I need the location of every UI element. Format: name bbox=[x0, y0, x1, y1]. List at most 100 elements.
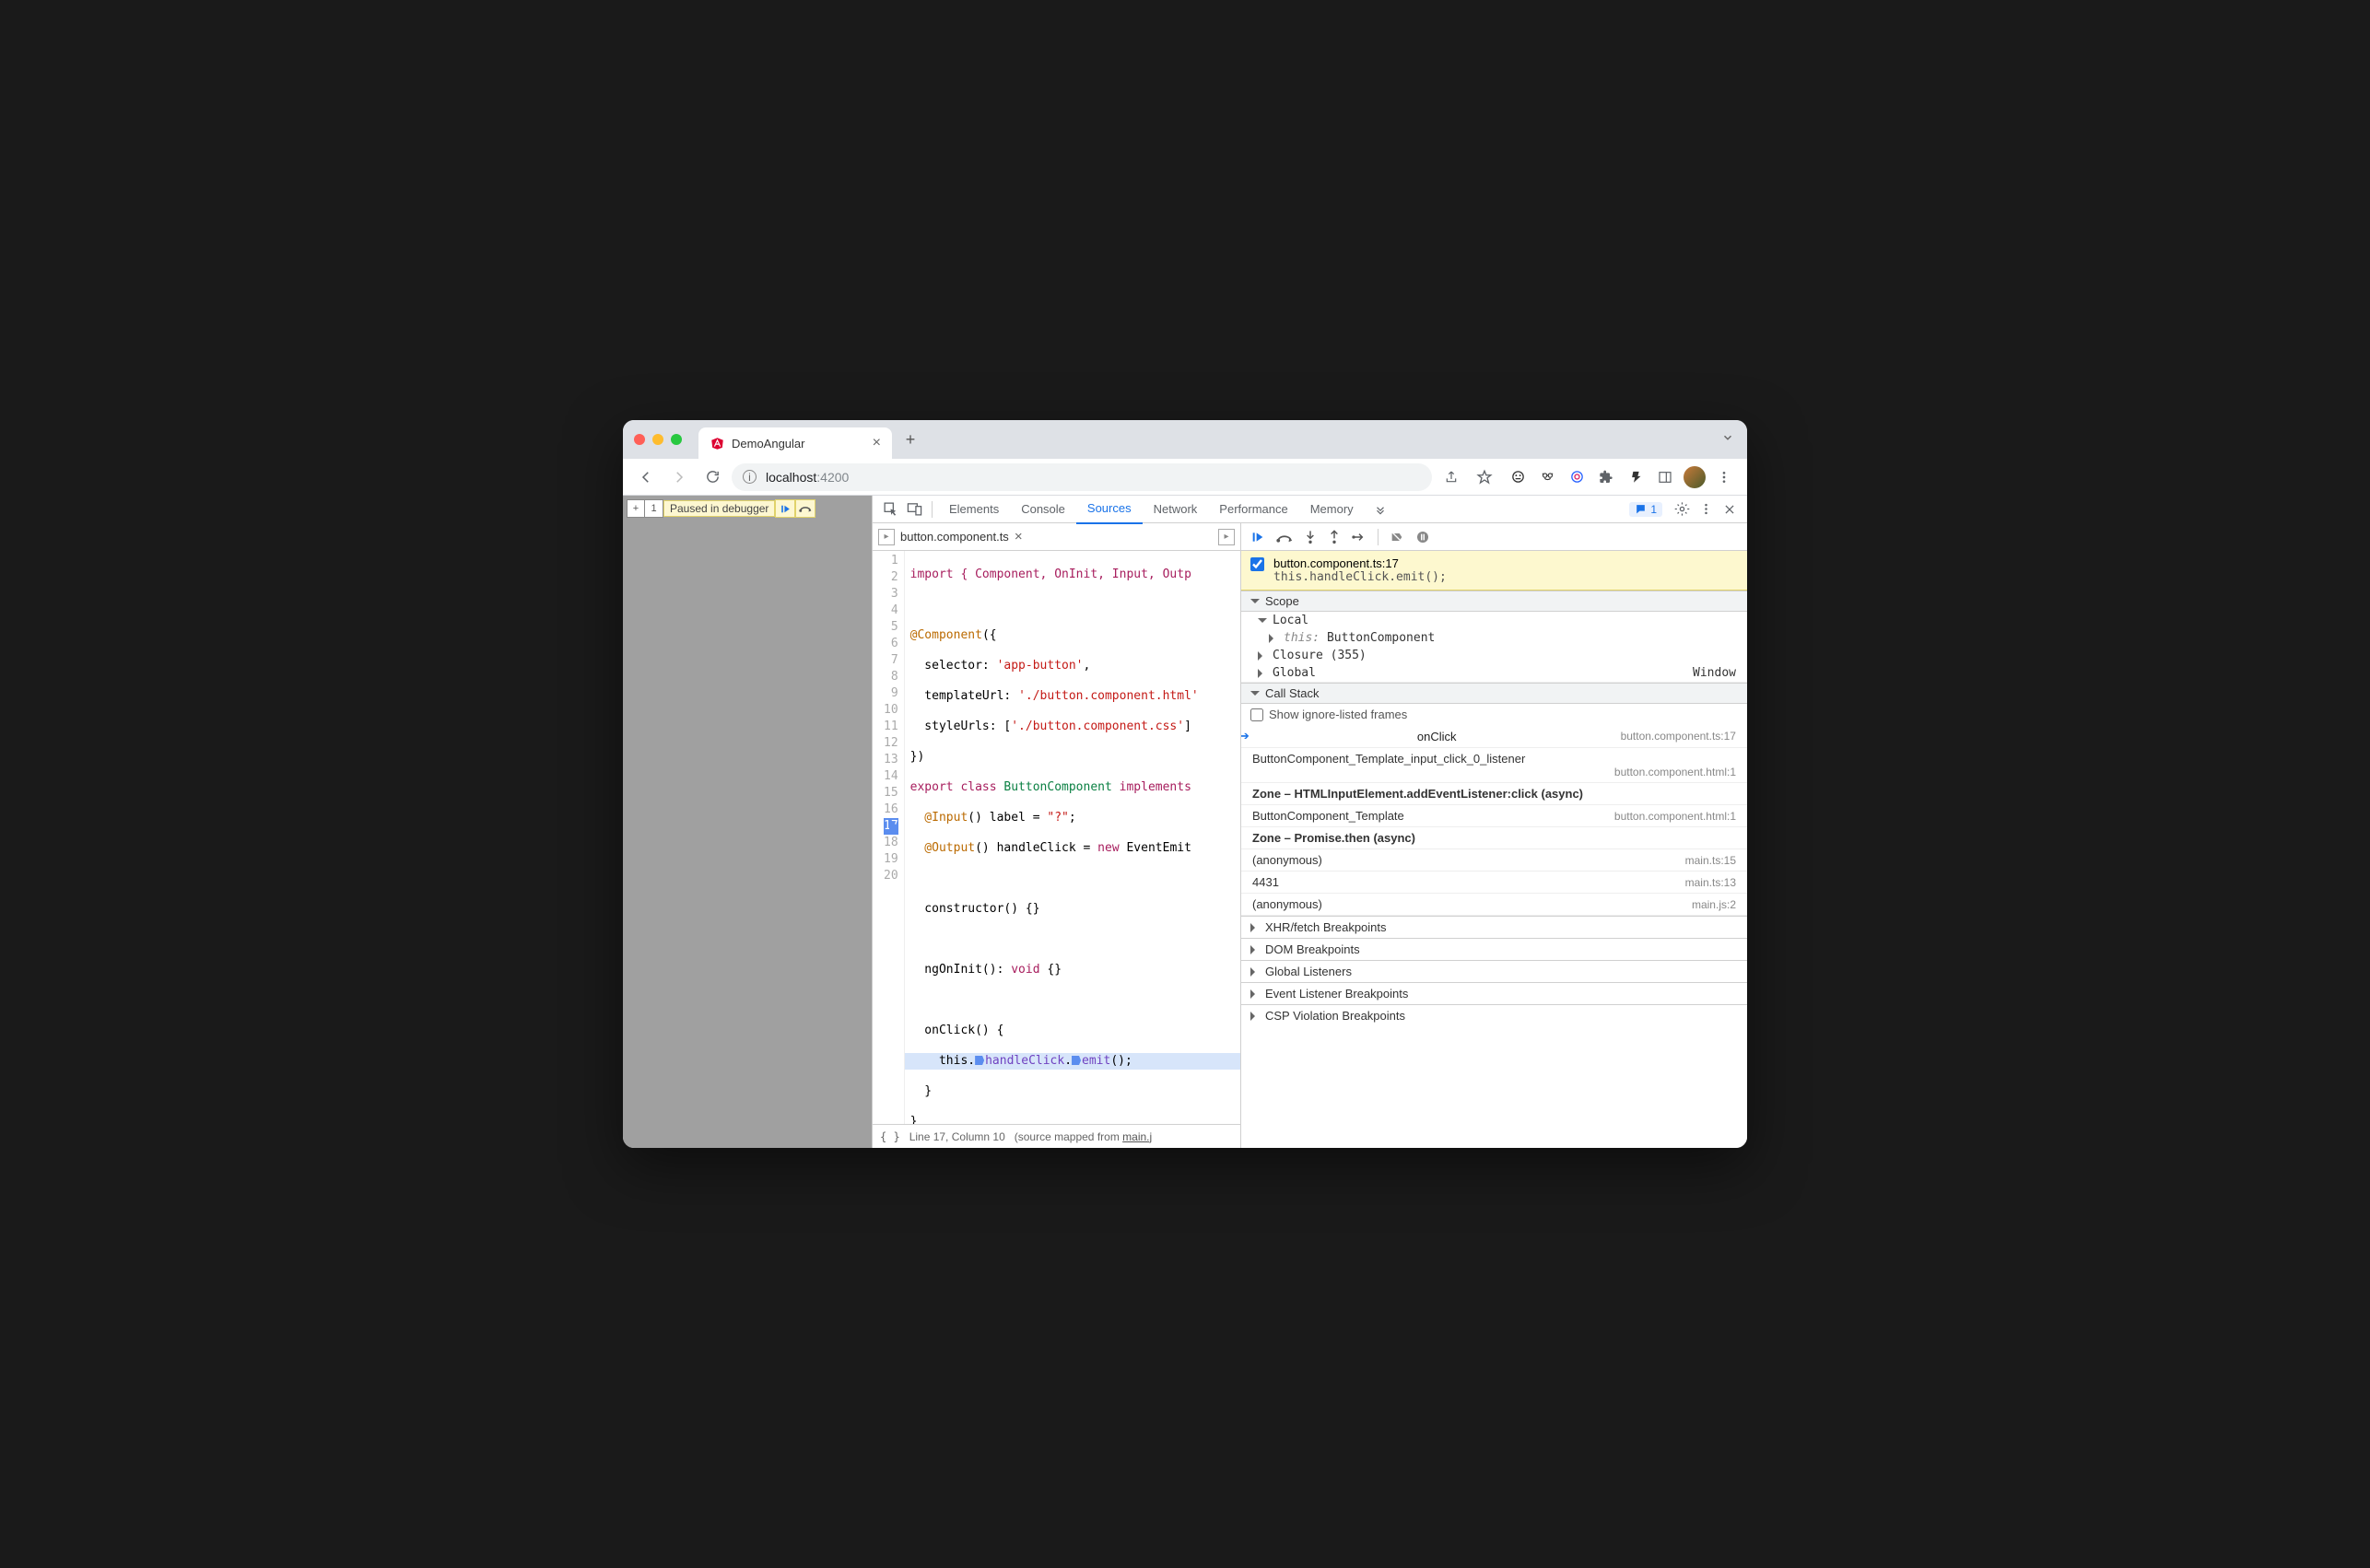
window-close[interactable] bbox=[634, 434, 645, 445]
paused-overlay: + 1 Paused in debugger bbox=[627, 499, 815, 518]
tabs-dropdown-icon[interactable] bbox=[1721, 431, 1734, 444]
debugger-toggle-icon[interactable]: ▸ bbox=[1218, 529, 1235, 545]
stack-frame[interactable]: (anonymous)main.js:2 bbox=[1241, 894, 1747, 916]
angular-icon bbox=[710, 436, 724, 451]
devtools-tabbar: Elements Console Sources Network Perform… bbox=[873, 496, 1747, 523]
editor-statusbar: { } Line 17, Column 10 (source mapped fr… bbox=[873, 1124, 1240, 1148]
profile-avatar[interactable] bbox=[1681, 463, 1708, 491]
step-over-button[interactable] bbox=[1276, 531, 1293, 544]
breakpoint-item[interactable]: button.component.ts:17 this.handleClick.… bbox=[1241, 551, 1747, 591]
step-button[interactable] bbox=[1352, 531, 1367, 544]
stack-frame[interactable]: (anonymous)main.ts:15 bbox=[1241, 849, 1747, 872]
device-mode-icon[interactable] bbox=[902, 501, 926, 517]
devtools-body: ▸ button.component.ts × ▸ 12345678910111… bbox=[873, 523, 1747, 1148]
tab-sources[interactable]: Sources bbox=[1076, 496, 1143, 524]
overlay-step-button[interactable] bbox=[795, 499, 815, 518]
stack-frame[interactable]: Zone – HTMLInputElement.addEventListener… bbox=[1241, 783, 1747, 805]
devtools-panel: Elements Console Sources Network Perform… bbox=[872, 496, 1747, 1148]
collapsed-section[interactable]: Global Listeners bbox=[1241, 960, 1747, 982]
ext-icon-1[interactable] bbox=[1504, 463, 1531, 491]
editor-toolbar: ▸ button.component.ts × ▸ bbox=[873, 523, 1240, 551]
tab-elements[interactable]: Elements bbox=[938, 496, 1010, 523]
overlay-resume-button[interactable] bbox=[775, 499, 795, 518]
breakpoint-checkbox[interactable] bbox=[1250, 557, 1264, 571]
page-viewport: + 1 Paused in debugger bbox=[623, 496, 872, 1148]
debugger-toolbar bbox=[1241, 523, 1747, 551]
extensions-icon[interactable] bbox=[1592, 463, 1620, 491]
collapsed-section[interactable]: XHR/fetch Breakpoints bbox=[1241, 916, 1747, 938]
callstack-list: onClickbutton.component.ts:17ButtonCompo… bbox=[1241, 725, 1747, 916]
browser-tab[interactable]: DemoAngular × bbox=[698, 427, 892, 459]
scope-closure[interactable]: Closure (355) bbox=[1241, 647, 1747, 664]
chrome-menu-icon[interactable] bbox=[1710, 463, 1738, 491]
show-ignore-checkbox[interactable] bbox=[1250, 708, 1263, 721]
collapsed-sections: XHR/fetch BreakpointsDOM BreakpointsGlob… bbox=[1241, 916, 1747, 1026]
close-icon[interactable]: × bbox=[873, 435, 881, 451]
paused-label: Paused in debugger bbox=[663, 500, 775, 517]
content-area: + 1 Paused in debugger Elements Console … bbox=[623, 496, 1747, 1148]
site-info-icon[interactable]: i bbox=[743, 470, 757, 484]
issues-count: 1 bbox=[1650, 503, 1657, 516]
stack-frame[interactable]: ButtonComponent_Template_input_click_0_l… bbox=[1241, 748, 1747, 783]
nav-back-button[interactable] bbox=[632, 463, 660, 491]
editor-close-icon[interactable]: × bbox=[1015, 529, 1023, 544]
mapped-from-link[interactable]: main.j bbox=[1122, 1130, 1152, 1143]
devtools-menu-icon[interactable] bbox=[1694, 502, 1718, 516]
side-panel-icon[interactable] bbox=[1651, 463, 1679, 491]
callstack-header[interactable]: Call Stack bbox=[1241, 683, 1747, 704]
collapsed-section[interactable]: CSP Violation Breakpoints bbox=[1241, 1004, 1747, 1026]
step-out-button[interactable] bbox=[1328, 530, 1341, 544]
inspect-icon[interactable] bbox=[878, 501, 902, 517]
issues-badge[interactable]: 1 bbox=[1629, 502, 1662, 517]
devtools-close-icon[interactable] bbox=[1718, 503, 1742, 516]
breakpoint-expression: this.handleClick.emit(); bbox=[1273, 570, 1447, 584]
share-icon[interactable] bbox=[1437, 463, 1465, 491]
traffic-lights bbox=[634, 434, 682, 445]
reload-button[interactable] bbox=[698, 463, 726, 491]
code-lines: import { Component, OnInit, Input, Outp … bbox=[905, 551, 1240, 1124]
navigator-toggle-icon[interactable]: ▸ bbox=[878, 529, 895, 545]
collapsed-section[interactable]: DOM Breakpoints bbox=[1241, 938, 1747, 960]
tab-memory[interactable]: Memory bbox=[1299, 496, 1365, 523]
stack-frame[interactable]: ButtonComponent_Templatebutton.component… bbox=[1241, 805, 1747, 827]
tab-console[interactable]: Console bbox=[1010, 496, 1076, 523]
show-ignore-listed[interactable]: Show ignore-listed frames bbox=[1241, 704, 1747, 725]
editor-filename: button.component.ts bbox=[900, 530, 1009, 544]
settings-icon[interactable] bbox=[1670, 501, 1694, 517]
url-input[interactable]: i localhost:4200 bbox=[732, 463, 1432, 491]
gutter: 1234567891011121314151617181920 bbox=[873, 551, 905, 1124]
nav-forward-button[interactable] bbox=[665, 463, 693, 491]
window-minimize[interactable] bbox=[652, 434, 663, 445]
tab-network[interactable]: Network bbox=[1143, 496, 1209, 523]
ext-icon-3[interactable] bbox=[1563, 463, 1590, 491]
ext-icon-5[interactable] bbox=[1622, 463, 1649, 491]
tab-title: DemoAngular bbox=[732, 437, 805, 451]
tab-performance[interactable]: Performance bbox=[1208, 496, 1298, 523]
overlay-add-button[interactable]: + bbox=[627, 499, 645, 518]
debugger-pane: button.component.ts:17 this.handleClick.… bbox=[1241, 523, 1747, 1148]
tabs-overflow-icon[interactable] bbox=[1368, 503, 1392, 516]
collapsed-section[interactable]: Event Listener Breakpoints bbox=[1241, 982, 1747, 1004]
pause-on-exceptions-button[interactable] bbox=[1415, 530, 1430, 544]
tabstrip: DemoAngular × + bbox=[623, 420, 1747, 459]
window-zoom[interactable] bbox=[671, 434, 682, 445]
stack-frame[interactable]: 4431main.ts:13 bbox=[1241, 872, 1747, 894]
scope-header[interactable]: Scope bbox=[1241, 591, 1747, 612]
deactivate-breakpoints-button[interactable] bbox=[1390, 530, 1404, 544]
scope-global[interactable]: GlobalWindow bbox=[1241, 664, 1747, 682]
new-tab-button[interactable]: + bbox=[898, 427, 923, 452]
scope-local[interactable]: Local bbox=[1241, 612, 1747, 629]
url-host: localhost bbox=[766, 470, 816, 485]
editor-pane: ▸ button.component.ts × ▸ 12345678910111… bbox=[873, 523, 1241, 1148]
breakpoint-location: button.component.ts:17 bbox=[1273, 556, 1447, 570]
stack-frame[interactable]: onClickbutton.component.ts:17 bbox=[1241, 725, 1747, 748]
resume-button[interactable] bbox=[1250, 530, 1265, 544]
code-editor[interactable]: 1234567891011121314151617181920 import {… bbox=[873, 551, 1240, 1124]
bookmark-icon[interactable] bbox=[1471, 463, 1498, 491]
ext-icon-2[interactable] bbox=[1533, 463, 1561, 491]
overlay-line-marker: 1 bbox=[645, 499, 663, 518]
pretty-print-icon[interactable]: { } bbox=[880, 1130, 900, 1143]
stack-frame[interactable]: Zone – Promise.then (async) bbox=[1241, 827, 1747, 849]
scope-this[interactable]: this: ButtonComponent bbox=[1241, 629, 1747, 647]
step-into-button[interactable] bbox=[1304, 530, 1317, 544]
